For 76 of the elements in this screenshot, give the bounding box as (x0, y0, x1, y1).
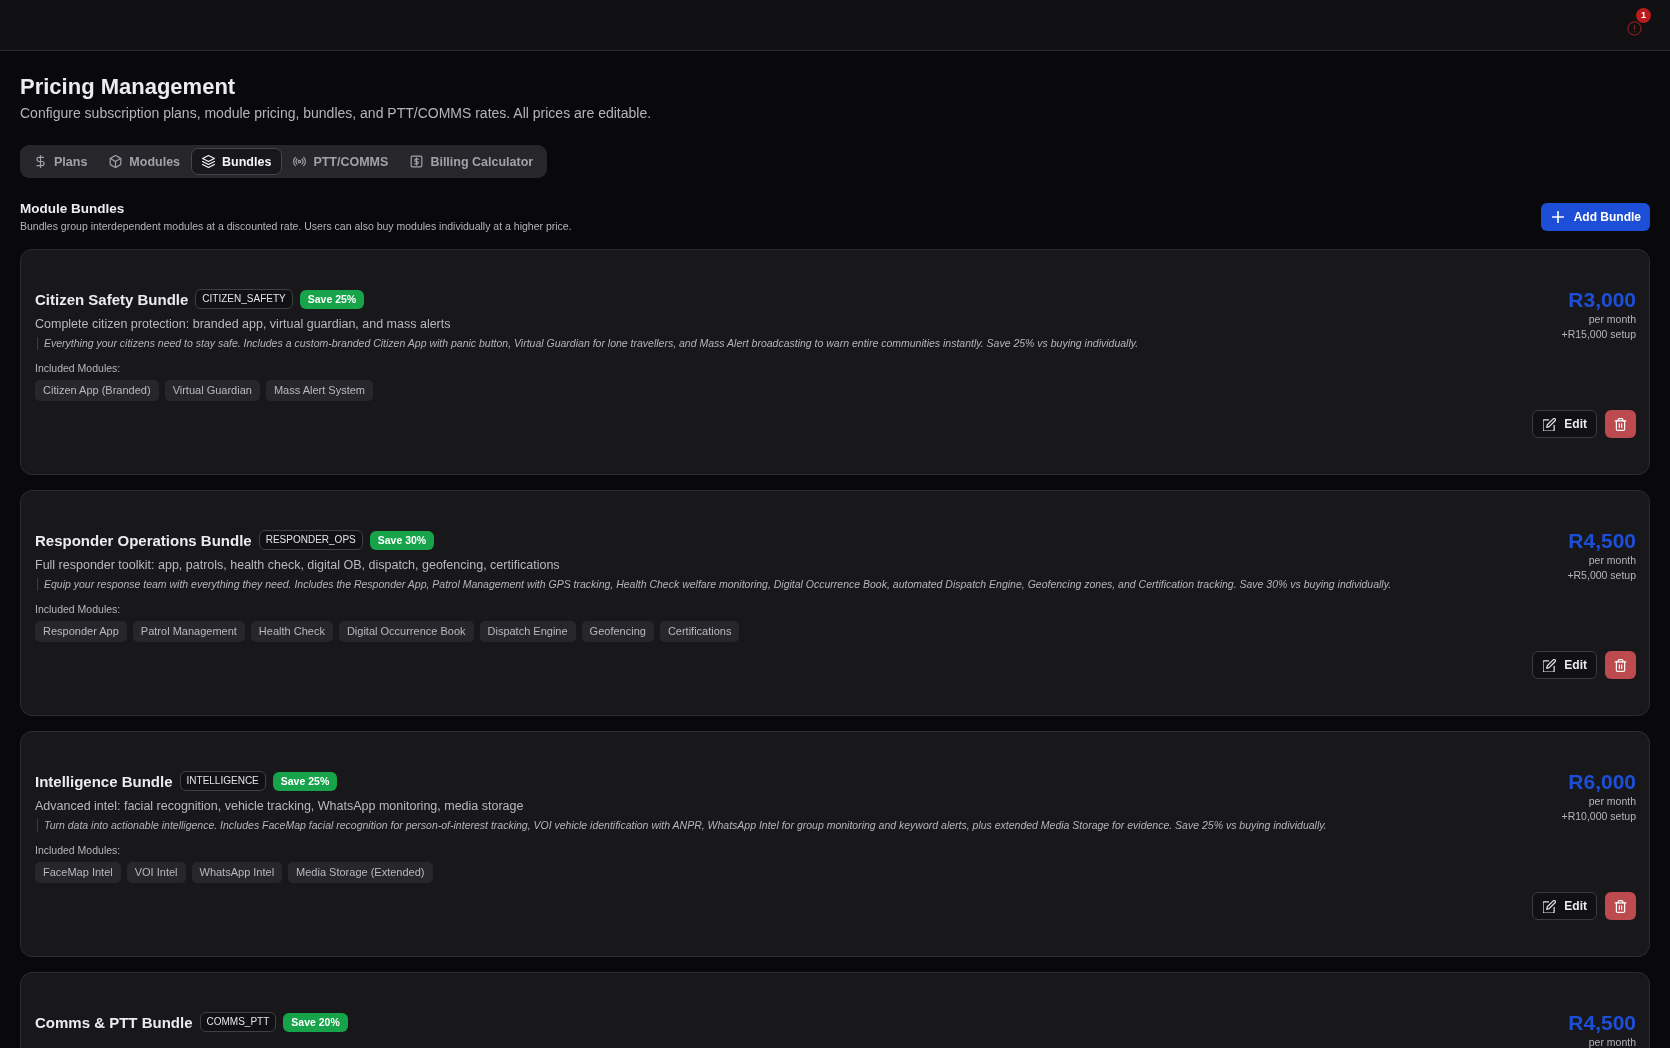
module-chip: Virtual Guardian (164, 380, 260, 401)
bundle-summary: Advanced intel: facial recognition, vehicle tracking, WhatsApp monitoring, media storage (35, 798, 525, 814)
module-chip: WhatsApp Intel (191, 862, 283, 883)
page-subtitle: Configure subscription plans, module pricing, bundles, and PTT/COMMS rates. All prices are editable. (20, 105, 653, 122)
add-bundle-button[interactable]: Add Bundle (1540, 202, 1650, 231)
module-chip: Geofencing (581, 621, 654, 642)
modules-label: Included Modules: (35, 602, 122, 616)
pencil-icon (1543, 417, 1557, 431)
cube-icon (109, 155, 123, 168)
savings-badge: Save 25% (272, 771, 338, 791)
delete-button[interactable] (1605, 410, 1636, 438)
module-chip: Certifications (659, 621, 740, 642)
page-title: Pricing Management (20, 73, 237, 101)
bundle-details: Turn data into actionable intelligence. Includes FaceMap facial recognition for person-of-interest tracking, VOI vehicle identification with ANPR, WhatsApp Intel for group monitoring and keyword alerts, plus extended Media Storage for evidence. Save 25% vs buying individually. (37, 819, 1509, 832)
delete-button[interactable] (1605, 892, 1636, 920)
code-tag: COMMS_PTT (199, 1012, 277, 1032)
modules-label: Included Modules: (35, 361, 122, 375)
tab[interactable]: PTT/COMMS (282, 148, 400, 175)
radio-waves-icon (293, 155, 307, 168)
module-chip: Mass Alert System (265, 380, 373, 401)
code-tag: CITIZEN_SAFETY (195, 289, 293, 309)
bundle-price: R6,000 (1568, 770, 1636, 794)
setup-fee: +R15,000 setup (1561, 327, 1636, 342)
bundle-name: Citizen Safety Bundle (35, 290, 189, 308)
alert-icon[interactable] (1627, 20, 1642, 36)
bundle-price: R4,500 (1568, 529, 1636, 553)
bundle-details: Everything your citizens need to stay safe. Includes a custom-branded Citizen App with panic button, Virtual Guardian for lone travellers, and Mass Alert broadcasting to warn entire communities instantly. Save 25% vs buying individually. (37, 337, 1509, 350)
notification-badge: 1 (1636, 7, 1651, 23)
bundle-details: Equip your response team with everything they need. Includes the Responder App, Patrol Management with GPS tracking, Health Check welfare monitoring, Digital Occurrence Book, automated Dispatch Engine, Geofencing zones, and Certification tracking. Save 30% vs buying individually. (37, 578, 1509, 591)
edit-button[interactable]: Edit (1532, 651, 1597, 679)
trash-icon (1614, 417, 1627, 431)
module-chip: Citizen App (Branded) (35, 380, 159, 401)
price-period: per month (1588, 794, 1636, 809)
bundle-price: R4,500 (1568, 1011, 1636, 1035)
tab[interactable]: Plans (23, 148, 99, 175)
pencil-icon (1543, 658, 1557, 672)
edit-button[interactable]: Edit (1532, 410, 1597, 438)
module-chip: Patrol Management (132, 621, 245, 642)
module-chip: Health Check (250, 621, 333, 642)
price-period: per month (1588, 553, 1636, 568)
tab[interactable]: Billing Calculator (399, 148, 545, 175)
tab[interactable]: Modules (98, 148, 192, 175)
section-subtitle: Bundles group interdependent modules at a discounted rate. Users can also buy modules individually at a higher price. (20, 220, 572, 233)
bundle-summary: Complete citizen protection: branded app, virtual guardian, and mass alerts (35, 316, 452, 332)
savings-badge: Save 30% (369, 530, 435, 550)
edit-button[interactable]: Edit (1532, 892, 1597, 920)
module-chip: Digital Occurrence Book (338, 621, 474, 642)
dollar-square-icon (410, 155, 424, 168)
module-chip: Responder App (35, 621, 127, 642)
code-tag: INTELLIGENCE (179, 771, 266, 791)
setup-fee: +R5,000 setup (1567, 568, 1636, 583)
price-period: per month (1588, 1035, 1636, 1048)
pencil-icon (1543, 899, 1557, 913)
module-chip: FaceMap Intel (35, 862, 121, 883)
module-chip: VOI Intel (126, 862, 186, 883)
bundle-price: R3,000 (1568, 288, 1636, 312)
section-title: Module Bundles (20, 200, 126, 218)
bundle-name: Intelligence Bundle (35, 772, 173, 790)
bundle-summary: Full responder toolkit: app, patrols, health check, digital OB, dispatch, geofencing, certifications (35, 557, 561, 573)
trash-icon (1614, 658, 1627, 672)
bundle-name: Responder Operations Bundle (35, 531, 252, 549)
setup-fee: +R10,000 setup (1561, 809, 1636, 824)
bundle-name: Comms & PTT Bundle (35, 1013, 193, 1031)
savings-badge: Save 25% (299, 289, 365, 309)
trash-icon (1614, 899, 1627, 913)
dollar-icon (34, 155, 47, 168)
layers-icon (202, 155, 216, 168)
tab[interactable]: Bundles (191, 148, 283, 175)
module-chip: Media Storage (Extended) (288, 862, 433, 883)
code-tag: RESPONDER_OPS (258, 530, 363, 550)
delete-button[interactable] (1605, 651, 1636, 679)
savings-badge: Save 20% (283, 1012, 348, 1032)
price-period: per month (1588, 312, 1636, 327)
plus-icon (1551, 210, 1564, 223)
module-chip: Dispatch Engine (479, 621, 576, 642)
modules-label: Included Modules: (35, 843, 122, 857)
